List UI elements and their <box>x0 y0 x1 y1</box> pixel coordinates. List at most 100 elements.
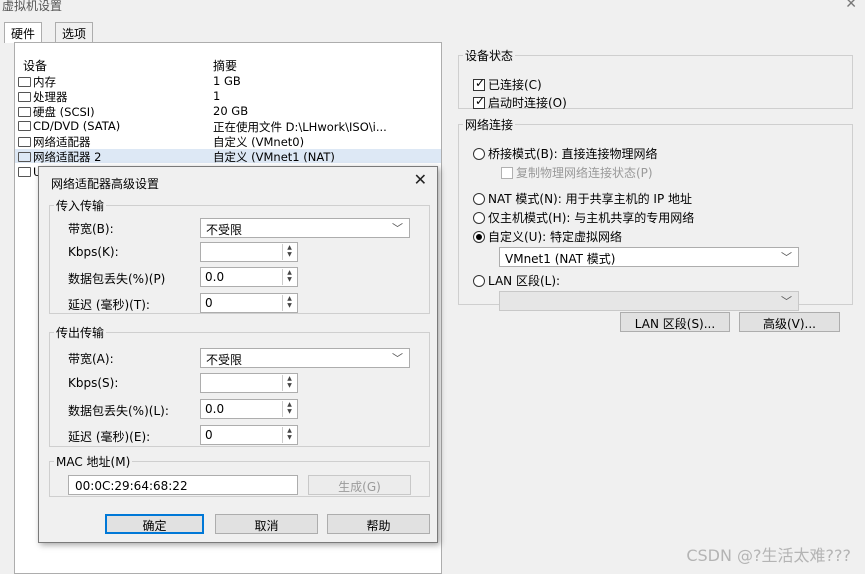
device-name-text: 处理器 <box>33 90 68 104</box>
spin-arrows-icon[interactable]: ▲ ▼ <box>282 244 296 260</box>
lan-segment-label: LAN 区段(L): <box>488 274 561 288</box>
device-name-text: 网络适配器 <box>33 135 91 149</box>
device-name-text: 硬盘 (SCSI) <box>33 105 95 119</box>
bridged-radio[interactable]: 桥接模式(B): 直接连接物理网络 <box>473 145 657 162</box>
lan-segment-select[interactable]: ﹀ <box>499 291 799 311</box>
connected-checkbox[interactable]: 已连接(C) <box>473 76 542 93</box>
cd-icon <box>18 121 31 131</box>
outgoing-bandwidth-select[interactable]: 不受限 ﹀ <box>200 348 410 368</box>
radio-on-icon <box>473 230 485 243</box>
device-name: 处理器 <box>18 89 68 105</box>
device-row[interactable]: 处理器 1 <box>15 89 441 105</box>
device-summary: 自定义 (VMnet1 (NAT) <box>213 150 335 164</box>
nat-radio[interactable]: NAT 模式(N): 用于共享主机的 IP 地址 <box>473 190 692 207</box>
outgoing-loss-value: 0.0 <box>205 402 225 416</box>
device-row[interactable]: CD/DVD (SATA) 正在使用文件 D:\LHwork\ISO\i... <box>15 119 441 134</box>
outgoing-latency-stepper[interactable]: 0 ▲ ▼ <box>200 425 298 445</box>
spin-arrows-icon[interactable]: ▲ ▼ <box>282 269 296 285</box>
mac-title: MAC 地址(M) <box>56 455 131 469</box>
window-title: 虚拟机设置 <box>2 0 63 13</box>
device-row[interactable]: 内存 1 GB <box>15 74 441 90</box>
incoming-bandwidth-label: 带宽(B): <box>68 222 114 236</box>
device-status-group: 设备状态 已连接(C) 启动时连接(O) <box>458 47 853 111</box>
radio-off-icon <box>473 211 485 224</box>
checkbox-empty-icon <box>501 166 513 179</box>
custom-network-value: VMnet1 (NAT 模式) <box>505 252 616 266</box>
connected-label: 已连接(C) <box>488 78 542 92</box>
advanced-button[interactable]: 高级(V)... <box>739 312 840 332</box>
summary-column-header[interactable]: 摘要 <box>213 57 237 74</box>
device-column-header[interactable]: 设备 <box>23 57 47 74</box>
window-close-icon[interactable]: ✕ <box>845 0 857 12</box>
device-summary: 1 GB <box>213 74 241 88</box>
host-only-radio[interactable]: 仅主机模式(H): 与主机共享的专用网络 <box>473 209 694 226</box>
replicate-state-checkbox[interactable]: 复制物理网络连接状态(P) <box>501 164 653 181</box>
chevron-down-icon: ﹀ <box>392 352 403 365</box>
advanced-settings-dialog: 网络适配器高级设置 ✕ 传入传输 带宽(B): 不受限 ﹀ Kbps(K): ▲… <box>38 166 438 543</box>
radio-off-icon <box>473 147 485 160</box>
tab-hardware[interactable]: 硬件 <box>4 22 43 43</box>
dialog-close-icon[interactable]: ✕ <box>414 170 427 189</box>
incoming-bandwidth-value: 不受限 <box>206 223 243 237</box>
incoming-loss-stepper[interactable]: 0.0 ▲ ▼ <box>200 267 298 287</box>
incoming-latency-label: 延迟 (毫秒)(T): <box>68 298 150 312</box>
cpu-icon <box>18 92 31 102</box>
radio-off-icon <box>473 192 485 205</box>
generate-mac-button[interactable]: 生成(G) <box>308 475 411 495</box>
custom-network-select[interactable]: VMnet1 (NAT 模式) ﹀ <box>499 247 799 267</box>
incoming-loss-label: 数据包丢失(%)(P) <box>68 272 166 286</box>
device-row[interactable]: 网络适配器 自定义 (VMnet0) <box>15 134 441 149</box>
spin-arrows-icon[interactable]: ▲ ▼ <box>282 375 296 391</box>
custom-label: 自定义(U): 特定虚拟网络 <box>488 230 623 244</box>
chevron-down-icon: ﹀ <box>781 251 792 264</box>
outgoing-kbps-label: Kbps(S): <box>68 376 119 390</box>
checkbox-checked-icon <box>473 94 485 109</box>
host-only-label: 仅主机模式(H): 与主机共享的专用网络 <box>488 211 695 225</box>
device-name: 内存 <box>18 74 56 90</box>
outgoing-loss-stepper[interactable]: 0.0 ▲ ▼ <box>200 399 298 419</box>
outgoing-bandwidth-value: 不受限 <box>206 353 243 367</box>
device-row[interactable]: 硬盘 (SCSI) 20 GB <box>15 104 441 120</box>
incoming-title: 传入传输 <box>56 199 105 213</box>
custom-radio[interactable]: 自定义(U): 特定虚拟网络 <box>473 228 622 245</box>
device-summary: 20 GB <box>213 104 249 118</box>
disk-icon <box>18 107 31 117</box>
tab-options[interactable]: 选项 <box>55 22 94 42</box>
memory-icon <box>18 77 31 87</box>
dialog-title: 网络适配器高级设置 <box>51 177 160 191</box>
outgoing-latency-value: 0 <box>205 428 213 442</box>
device-row[interactable]: 网络适配器 2 自定义 (VMnet1 (NAT) <box>15 149 441 165</box>
mac-address-field[interactable]: 00:0C:29:64:68:22 <box>68 475 298 495</box>
device-summary: 自定义 (VMnet0) <box>213 135 305 149</box>
device-name-text: 内存 <box>33 75 56 89</box>
connect-on-power-checkbox[interactable]: 启动时连接(O) <box>473 94 567 111</box>
lan-segment-radio[interactable]: LAN 区段(L): <box>473 272 560 289</box>
device-name: 硬盘 (SCSI) <box>18 104 95 120</box>
spin-arrows-icon[interactable]: ▲ ▼ <box>282 427 296 443</box>
ok-button[interactable]: 确定 <box>105 514 204 534</box>
outgoing-transfer-group: 传出传输 带宽(A): 不受限 ﹀ Kbps(S): ▲ ▼ 数据包丢失(%)(L… <box>49 324 430 447</box>
network-icon <box>18 137 31 147</box>
incoming-loss-value: 0.0 <box>205 270 225 284</box>
incoming-kbps-stepper[interactable]: ▲ ▼ <box>200 242 298 262</box>
incoming-bandwidth-select[interactable]: 不受限 ﹀ <box>200 218 410 238</box>
help-button[interactable]: 帮助 <box>327 514 430 534</box>
cancel-button[interactable]: 取消 <box>215 514 318 534</box>
network-connection-title: 网络连接 <box>465 118 514 132</box>
chevron-down-icon: ﹀ <box>392 222 403 235</box>
spin-arrows-icon[interactable]: ▲ ▼ <box>282 401 296 417</box>
incoming-latency-stepper[interactable]: 0 ▲ ▼ <box>200 293 298 313</box>
network-icon <box>18 152 31 162</box>
device-name: 网络适配器 2 <box>18 149 101 165</box>
replicate-state-label: 复制物理网络连接状态(P) <box>516 166 653 180</box>
spin-arrows-icon[interactable]: ▲ ▼ <box>282 295 296 311</box>
incoming-kbps-label: Kbps(K): <box>68 245 119 259</box>
checkbox-checked-icon <box>473 76 485 91</box>
lan-segment-button[interactable]: LAN 区段(S)... <box>620 312 730 332</box>
nat-label: NAT 模式(N): 用于共享主机的 IP 地址 <box>488 192 693 206</box>
bridged-label: 桥接模式(B): 直接连接物理网络 <box>488 147 658 161</box>
incoming-transfer-group: 传入传输 带宽(B): 不受限 ﹀ Kbps(K): ▲ ▼ 数据包丢失(%)(P… <box>49 197 430 314</box>
device-status-title: 设备状态 <box>465 49 514 63</box>
outgoing-kbps-stepper[interactable]: ▲ ▼ <box>200 373 298 393</box>
device-name-text: 网络适配器 2 <box>33 150 102 164</box>
